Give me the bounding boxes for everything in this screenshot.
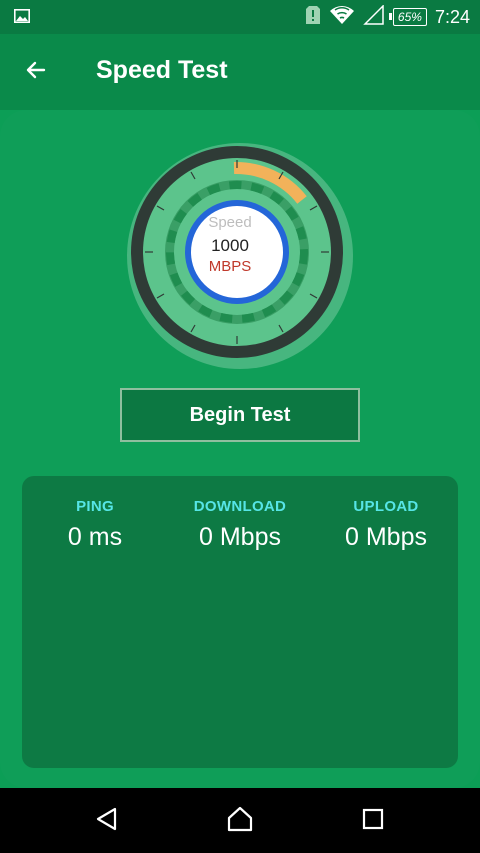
begin-test-button[interactable]: Begin Test bbox=[120, 388, 360, 442]
download-label: DOWNLOAD bbox=[193, 498, 287, 515]
ping-metric: PING 0 ms bbox=[25, 498, 165, 552]
battery-icon: 65% bbox=[388, 8, 427, 26]
results-panel: PING 0 ms DOWNLOAD 0 Mbps UPLOAD 0 Mbps bbox=[22, 476, 458, 768]
image-icon bbox=[14, 9, 30, 28]
upload-value: 0 Mbps bbox=[345, 523, 427, 551]
app-bar: Speed Test bbox=[0, 34, 480, 110]
download-metric: DOWNLOAD 0 Mbps bbox=[170, 498, 310, 552]
status-icons: 65% 7:24 bbox=[305, 3, 470, 30]
signal-icon bbox=[363, 3, 385, 30]
speed-value: 1000 bbox=[211, 236, 249, 255]
speed-label: Speed bbox=[208, 214, 252, 231]
wifi-icon bbox=[329, 5, 355, 30]
nav-home-button[interactable] bbox=[223, 804, 257, 838]
page-title: Speed Test bbox=[96, 56, 228, 84]
gauge-readout: Speed 1000 MBPS bbox=[190, 206, 270, 286]
ping-label: PING bbox=[76, 498, 114, 515]
arrow-back-icon bbox=[24, 58, 48, 87]
clock: 7:24 bbox=[434, 6, 470, 27]
sim-alert-icon bbox=[305, 5, 321, 30]
speed-unit: MBPS bbox=[208, 258, 252, 275]
status-bar: 65% 7:24 bbox=[0, 0, 480, 34]
nav-back-button[interactable] bbox=[90, 804, 124, 838]
nav-home-icon bbox=[226, 805, 254, 838]
ping-value: 0 ms bbox=[67, 523, 123, 551]
nav-recents-button[interactable] bbox=[356, 804, 390, 838]
upload-label: UPLOAD bbox=[353, 498, 419, 515]
back-button[interactable] bbox=[18, 54, 54, 90]
nav-back-icon bbox=[94, 806, 120, 837]
upload-metric: UPLOAD 0 Mbps bbox=[316, 498, 456, 552]
nav-recents-icon bbox=[361, 807, 385, 836]
download-value: 0 Mbps bbox=[199, 523, 281, 551]
navigation-bar bbox=[0, 788, 480, 853]
